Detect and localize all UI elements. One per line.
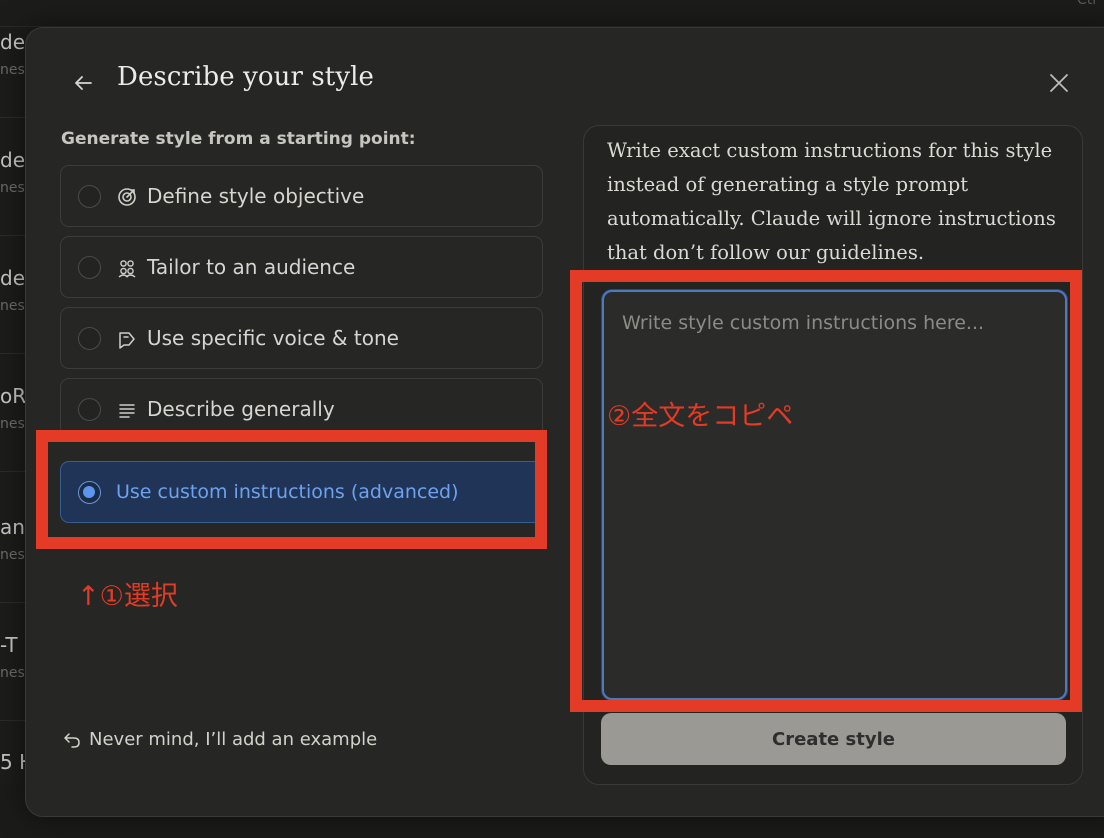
panel-description: Write exact custom instructions for this… (607, 139, 1056, 264)
people-icon (116, 257, 138, 279)
section-label: Generate style from a starting point: (61, 129, 416, 149)
option-label: Use custom instructions (advanced) (116, 481, 459, 503)
never-mind-label: Never mind, I’ll add an example (89, 729, 378, 750)
background-item-subtitle: nes (0, 547, 25, 563)
option-describe-generally[interactable]: Describe generally (60, 378, 543, 440)
megaphone-icon (116, 328, 138, 350)
close-icon (1050, 74, 1068, 92)
background-item-subtitle: nes (0, 298, 25, 314)
option-voice-and-tone[interactable]: Use specific voice & tone (60, 307, 543, 369)
option-tailor-to-audience[interactable]: Tailor to an audience (60, 236, 543, 298)
background-item-title: -T (0, 633, 18, 657)
radio-button[interactable] (78, 185, 101, 208)
back-button[interactable] (67, 67, 99, 99)
option-label: Use specific voice & tone (147, 326, 399, 350)
background-item-subtitle: nes (0, 665, 25, 681)
radio-button[interactable] (78, 398, 101, 421)
modal-title: Describe your style (117, 62, 375, 92)
background-item-title: de (0, 30, 25, 54)
annotation-step1: ↑①選択 (77, 581, 178, 612)
background-item-title: de (0, 266, 25, 290)
background-item-subtitle: nes (0, 180, 25, 196)
target-icon (116, 186, 138, 208)
custom-instructions-textarea[interactable]: Write style custom instructions here... (602, 290, 1067, 700)
background-item-title: de (0, 148, 25, 172)
radio-button-selected[interactable] (78, 481, 101, 504)
annotation-step2: ②全文をコピペ (607, 401, 794, 432)
option-label: Tailor to an audience (147, 255, 356, 279)
create-style-button[interactable]: Create style (601, 713, 1066, 765)
radio-button[interactable] (78, 256, 101, 279)
background-item-title: oR (0, 384, 27, 408)
textarea-placeholder: Write style custom instructions here... (622, 312, 985, 334)
never-mind-link[interactable]: Never mind, I’ll add an example (63, 729, 377, 750)
option-label: Describe generally (147, 397, 335, 421)
option-define-style-objective[interactable]: Define style objective (60, 165, 543, 227)
background-item-subtitle: nes (0, 416, 25, 432)
custom-instructions-panel: Write exact custom instructions for this… (583, 125, 1083, 785)
lines-icon (116, 399, 138, 421)
option-label: Define style objective (147, 184, 365, 208)
option-custom-instructions[interactable]: Use custom instructions (advanced) (60, 461, 543, 523)
background-top-text: Ctr (1076, 0, 1098, 8)
undo-icon (64, 732, 80, 748)
close-button[interactable] (1043, 67, 1075, 99)
background-item-subtitle: nes (0, 62, 25, 78)
describe-style-modal: Describe your style Generate style from … (25, 27, 1104, 817)
arrow-left-icon (75, 76, 92, 90)
create-style-label: Create style (772, 728, 895, 750)
radio-button[interactable] (78, 327, 101, 350)
